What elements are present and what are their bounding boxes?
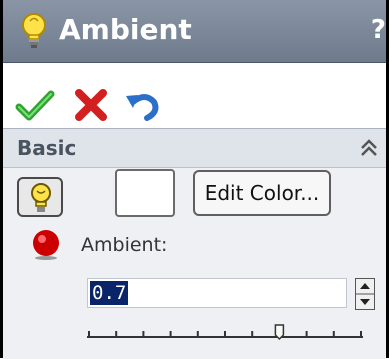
ambient-value-text: 0.7 [90,281,129,305]
title-bar: Ambient ? [3,0,386,63]
lightbulb-icon [22,13,46,48]
ambient-indicator-icon [33,230,59,260]
undo-icon[interactable] [123,88,163,122]
lightbulb-icon [31,183,51,212]
ambient-slider[interactable] [87,313,383,351]
slider-thumb[interactable] [274,324,285,341]
section-title: Basic [17,136,77,160]
ambient-value-input[interactable]: 0.7 [87,278,347,308]
edit-color-button[interactable]: Edit Color... [193,170,331,216]
window-title: Ambient [59,13,192,46]
light-toggle-button[interactable] [17,177,63,217]
ok-check-icon[interactable] [15,88,55,122]
property-manager-panel: Ambient ? Basic Edit Color... Ambient: 0… [0,0,389,359]
ambient-label: Ambient: [81,234,168,256]
help-button[interactable]: ? [371,12,386,48]
section-header-basic[interactable]: Basic [3,129,386,168]
value-spinner[interactable] [355,278,375,310]
cancel-x-icon[interactable] [71,88,111,122]
properties-panel: Basic Edit Color... Ambient: 0.7 [3,128,386,359]
double-chevron-up-icon[interactable] [358,136,380,160]
color-swatch[interactable] [115,169,175,217]
